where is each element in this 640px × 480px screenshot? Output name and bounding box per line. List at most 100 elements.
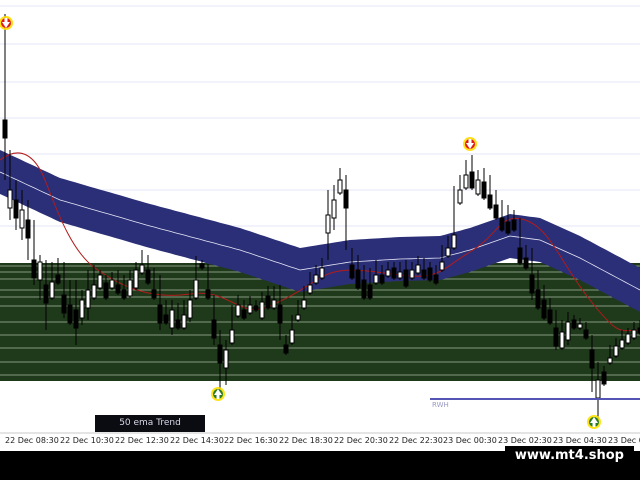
candle-body (253, 305, 259, 311)
candle-body (127, 279, 133, 297)
candle-body (331, 199, 337, 219)
candle-body (121, 289, 127, 299)
candle-body (343, 189, 349, 209)
candle-body (427, 267, 433, 281)
candle-body (559, 331, 565, 349)
candle-body (199, 263, 205, 269)
candle-body (451, 234, 457, 249)
candle-body (337, 179, 343, 194)
time-label: 23 Dec 04:30 (553, 436, 607, 445)
candle-body (403, 269, 409, 287)
candle-body (91, 284, 97, 299)
candle-body (301, 299, 307, 309)
candle-body (271, 299, 277, 309)
candle-body (187, 299, 193, 319)
time-label: 22 Dec 10:30 (60, 436, 114, 445)
candle-body (277, 304, 283, 324)
candle-body (307, 284, 313, 294)
candle-body (625, 333, 631, 344)
time-label: 22 Dec 20:30 (334, 436, 388, 445)
time-label: 22 Dec 08:30 (5, 436, 59, 445)
candle-body (211, 319, 217, 339)
candle-body (613, 345, 619, 357)
time-label: 22 Dec 16:30 (224, 436, 278, 445)
candle-body (487, 194, 493, 209)
candle-body (247, 304, 253, 314)
candle-body (349, 264, 355, 279)
candle-body (37, 261, 43, 281)
candle-body (217, 344, 223, 364)
candle-body (319, 267, 325, 279)
candle-body (61, 294, 67, 314)
candle-body (373, 274, 379, 284)
time-label: 23 Dec 02:30 (498, 436, 552, 445)
candle-body (553, 327, 559, 347)
candle-body (583, 329, 589, 339)
price-chart[interactable]: 22 Dec 08:30 22 Dec 10:30 22 Dec 12:30 22 D… (0, 0, 640, 480)
candle-body (601, 371, 607, 385)
candle-body (421, 269, 427, 279)
candle-body (139, 264, 145, 274)
candle-body (85, 289, 91, 309)
candle-body (265, 295, 271, 309)
candle-body (577, 323, 583, 329)
candle-body (475, 179, 481, 195)
candle-body (529, 274, 535, 294)
candle-body (355, 269, 361, 289)
candle-body (433, 274, 439, 284)
candle-body (589, 349, 595, 369)
candle-body (181, 314, 187, 329)
candle-body (49, 281, 55, 299)
candle-body (607, 357, 613, 364)
candle-body (523, 257, 529, 269)
candle-body (157, 304, 163, 324)
candle-body (19, 209, 25, 229)
candle-body (205, 289, 211, 299)
candle-body (97, 274, 103, 289)
sell-arrow-icon (0, 16, 13, 30)
candle-body (43, 284, 49, 304)
candle-body (325, 214, 331, 234)
candle-body (103, 282, 109, 299)
candle-body (283, 344, 289, 354)
candle-body (313, 274, 319, 284)
candle-body (259, 301, 265, 319)
watermark: www.mt4.shop (504, 446, 634, 465)
candle-body (571, 319, 577, 329)
buy-arrow-icon (587, 415, 601, 429)
candle-body (229, 329, 235, 344)
candle-body (73, 309, 79, 329)
candle-body (79, 299, 85, 319)
candle-body (457, 189, 463, 204)
candle-body (67, 304, 73, 324)
indicator-label: 50 ema Trend (95, 415, 205, 432)
chart-window: 22 Dec 08:30 22 Dec 10:30 22 Dec 12:30 22 D… (0, 0, 640, 480)
horizontal-line-label: RWH (432, 401, 449, 409)
candle-body (511, 219, 517, 231)
candle-body (31, 259, 37, 279)
candle-body (547, 309, 553, 324)
candle-body (439, 261, 445, 271)
candle-body (469, 171, 475, 189)
candle-body (541, 299, 547, 319)
time-label: 22 Dec 14:30 (170, 436, 224, 445)
candle-body (595, 379, 601, 399)
candle-body (289, 329, 295, 344)
candle-body (535, 289, 541, 309)
candle-body (223, 349, 229, 369)
time-label: 22 Dec 12:30 (115, 436, 169, 445)
candle-body (415, 264, 421, 274)
candle-body (385, 269, 391, 277)
candle-body (517, 247, 523, 264)
candle-body (241, 309, 247, 319)
candle-body (109, 279, 115, 289)
candle-body (163, 314, 169, 324)
time-label: 22 Dec 18:30 (279, 436, 333, 445)
candle-body (379, 274, 385, 284)
candle-body (13, 199, 19, 219)
candle-body (145, 269, 151, 284)
candle-body (175, 319, 181, 329)
candle-body (133, 269, 139, 289)
candle-body (631, 329, 637, 339)
candle-body (115, 284, 121, 294)
